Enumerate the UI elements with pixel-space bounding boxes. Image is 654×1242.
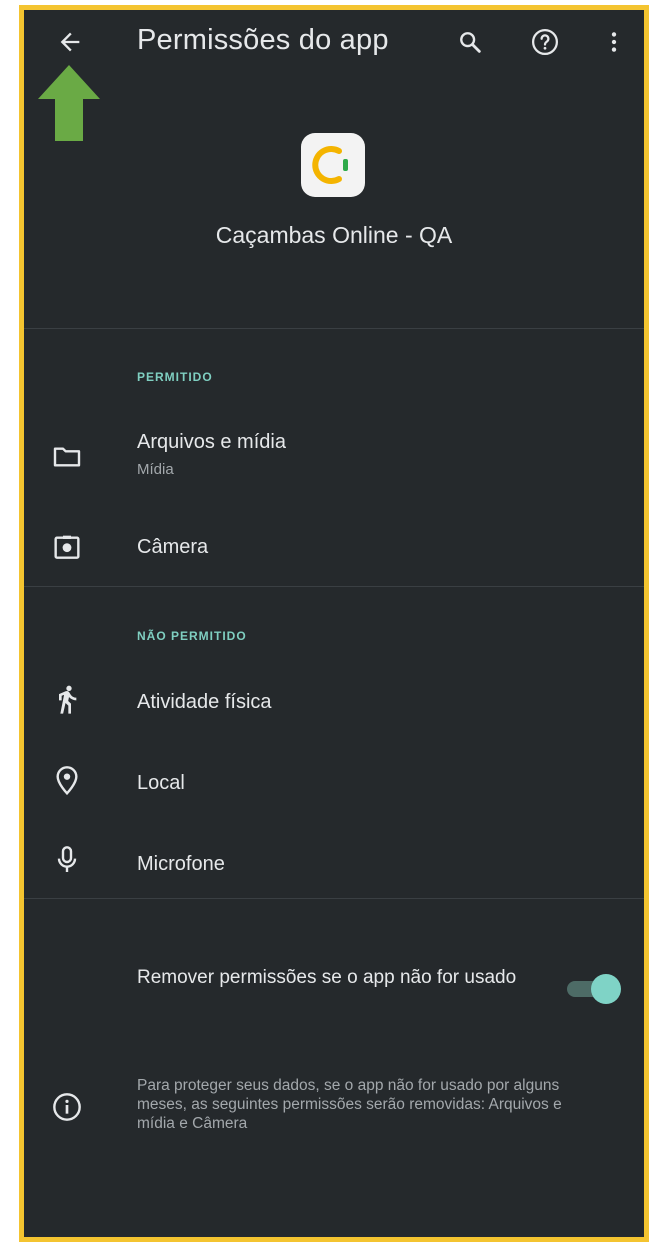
permission-label: Microfone	[137, 853, 225, 875]
permission-label: Local	[137, 772, 185, 794]
search-button[interactable]	[449, 22, 491, 62]
help-icon	[532, 29, 558, 55]
more-vert-icon	[611, 32, 617, 52]
walking-icon	[50, 682, 84, 716]
app-logo-icon	[301, 133, 365, 197]
permission-sublabel: Mídia	[137, 461, 174, 478]
info-icon	[50, 1090, 84, 1124]
microphone-icon	[50, 843, 84, 877]
app-name: Caçambas Online - QA	[215, 222, 453, 248]
switch-thumb	[591, 974, 621, 1004]
permission-item-location[interactable]: Local	[24, 745, 644, 817]
divider	[24, 328, 644, 329]
permission-item-activity[interactable]: Atividade física	[24, 660, 644, 740]
divider	[24, 586, 644, 587]
location-icon	[50, 763, 84, 797]
permission-label: Atividade física	[137, 691, 272, 713]
permission-item-files[interactable]: Arquivos e mídia Mídia	[24, 415, 644, 495]
more-options-button[interactable]	[596, 22, 632, 62]
page-title: Permissões do app	[137, 24, 389, 56]
camera-icon	[50, 530, 84, 564]
permission-item-camera[interactable]: Câmera	[24, 510, 644, 582]
section-header-not-allowed: NÃO PERMITIDO	[137, 629, 247, 643]
folder-icon	[50, 439, 84, 473]
screen: Permissões do app Caçambas Online - QA P…	[19, 5, 649, 1242]
auto-revoke-label: Remover permissões se o app não for usad…	[137, 967, 517, 988]
help-button[interactable]	[524, 22, 566, 62]
search-icon	[460, 32, 481, 53]
section-header-allowed: PERMITIDO	[137, 370, 213, 384]
permission-item-microphone[interactable]: Microfone	[24, 825, 644, 897]
divider	[24, 898, 644, 899]
permission-label: Arquivos e mídia	[137, 431, 286, 453]
arrow-back-icon	[60, 32, 80, 52]
info-text: Para proteger seus dados, se o app não f…	[137, 1077, 562, 1132]
green-up-arrow-icon	[38, 65, 100, 141]
auto-revoke-switch[interactable]	[565, 972, 621, 1006]
back-button[interactable]	[48, 22, 92, 62]
permission-label: Câmera	[137, 536, 209, 558]
app-bar: Permissões do app	[24, 10, 644, 74]
